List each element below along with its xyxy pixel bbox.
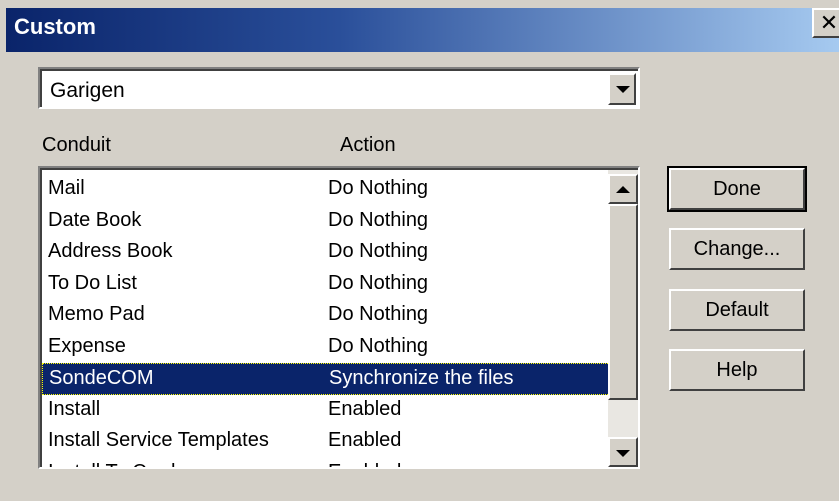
title-bar[interactable]: Custom (6, 8, 839, 52)
scroll-down-icon (616, 450, 630, 457)
conduit-rows: Mail Do Nothing Date Book Do Nothing Address… (42, 174, 610, 467)
handheld-select-value: Garigen (50, 79, 125, 102)
conduit-name: Expense (48, 334, 126, 357)
conduit-row[interactable]: Address Book Do Nothing (42, 237, 610, 269)
conduit-row[interactable]: Date Book Do Nothing (42, 206, 610, 238)
conduit-row[interactable]: Install To Card Enabled (42, 458, 610, 468)
conduit-row[interactable]: Mail Do Nothing (42, 174, 610, 206)
scroll-down-button[interactable] (608, 437, 638, 467)
conduit-row[interactable]: Install Service Templates Enabled (42, 426, 610, 458)
scroll-up-icon (616, 186, 630, 193)
conduit-name: Mail (48, 177, 85, 199)
conduit-action: Enabled (328, 461, 401, 468)
conduit-row[interactable]: To Do List Do Nothing (42, 269, 610, 301)
conduit-action: Do Nothing (328, 208, 429, 231)
conduit-name: Date Book (48, 208, 142, 231)
conduit-action: Synchronize the files (329, 367, 514, 389)
handheld-select-frame: Garigen (40, 69, 638, 107)
conduit-action: Do Nothing (328, 334, 429, 357)
column-header-conduit: Conduit (42, 134, 111, 156)
conduit-list[interactable]: Mail Do Nothing Date Book Do Nothing Address… (38, 166, 640, 469)
conduit-list-frame: Mail Do Nothing Date Book Do Nothing Address… (40, 168, 638, 467)
conduit-name: Install (48, 397, 101, 420)
conduit-name: SondeCOM (49, 367, 154, 389)
window-title: Custom (14, 14, 96, 39)
change-button[interactable]: Change... (669, 228, 805, 270)
conduit-action: Do Nothing (328, 303, 429, 325)
handheld-select[interactable]: Garigen (38, 67, 640, 109)
close-icon: ✕ (819, 10, 839, 36)
conduit-row[interactable]: Memo Pad Do Nothing (42, 300, 610, 332)
conduit-action: Do Nothing (328, 240, 429, 262)
scroll-up-button[interactable] (608, 174, 638, 204)
help-button[interactable]: Help (669, 349, 805, 391)
done-button[interactable]: Done (667, 166, 807, 212)
conduit-name: Install Service Templates (48, 429, 269, 451)
conduit-name: Memo Pad (48, 303, 145, 325)
close-button[interactable]: ✕ (812, 8, 839, 38)
conduit-name: To Do List (48, 271, 137, 294)
column-header-action: Action (340, 134, 396, 156)
conduit-row[interactable]: Expense Do Nothing (42, 332, 610, 364)
conduit-row[interactable]: SondeCOM Synchronize the files (42, 363, 610, 395)
conduit-name: Install To Card (48, 461, 175, 468)
chevron-down-icon (616, 86, 630, 93)
conduit-action: Do Nothing (328, 177, 429, 199)
conduit-row[interactable]: Install Enabled (42, 395, 610, 427)
vertical-scrollbar[interactable] (608, 170, 638, 467)
conduit-name: Address Book (48, 240, 173, 262)
conduit-action: Enabled (328, 429, 402, 451)
default-button[interactable]: Default (669, 289, 805, 331)
scroll-thumb[interactable] (608, 204, 638, 400)
dropdown-button[interactable] (608, 73, 636, 105)
custom-dialog: Custom ✕ Garigen Conduit Action Mail Do N… (0, 0, 839, 501)
conduit-action: Enabled (328, 397, 402, 420)
conduit-action: Do Nothing (328, 271, 429, 294)
